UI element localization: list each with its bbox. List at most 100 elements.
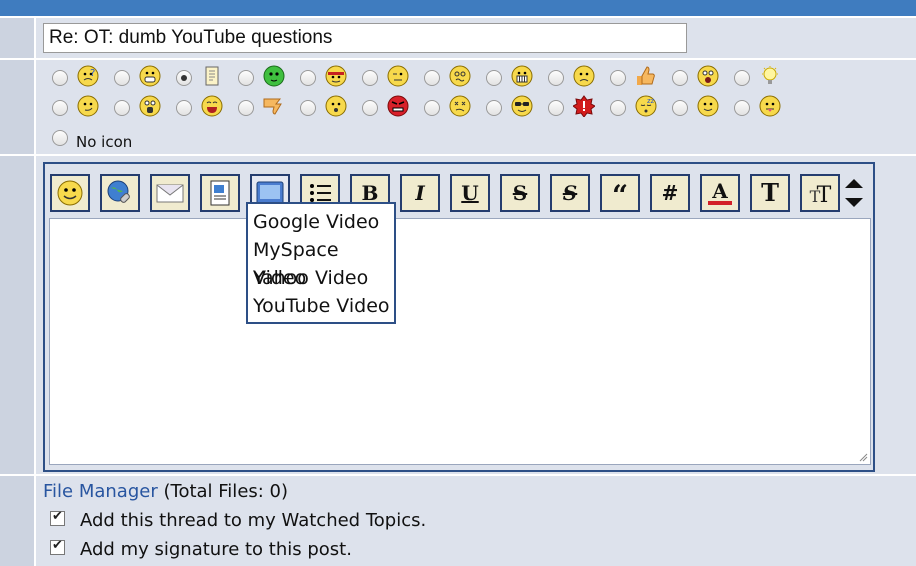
post-icon-radio-2[interactable]: [114, 70, 130, 86]
post-icon-radio-3[interactable]: [176, 70, 192, 86]
insert-link-button[interactable]: [100, 174, 140, 212]
crazy-icon: [449, 65, 471, 87]
frown-icon: [573, 65, 595, 87]
post-icon-radio-12[interactable]: [734, 70, 750, 86]
post-icon-radio-11[interactable]: [672, 70, 688, 86]
editor-frame: B I U S S “ # A T TT: [43, 162, 875, 472]
svg-text:zz: zz: [647, 97, 655, 105]
tongue-icon: [759, 95, 781, 117]
watch-label: Add this thread to my Watched Topics.: [80, 510, 427, 531]
document-icon: [205, 66, 219, 86]
exclamation-icon: [573, 95, 595, 117]
post-icon-radio-14[interactable]: [114, 100, 130, 116]
laugh-icon: [201, 95, 223, 117]
message-textarea[interactable]: [49, 218, 871, 465]
post-icon-radio-5[interactable]: [300, 70, 316, 86]
shocked-icon: [697, 65, 719, 87]
italic-icon: I: [415, 181, 425, 205]
thumbs-up-icon: [637, 66, 655, 85]
envelope-icon: [156, 184, 184, 203]
resize-grip-icon[interactable]: [858, 452, 868, 462]
post-icon-radio-22[interactable]: [610, 100, 626, 116]
smirk-icon: [77, 95, 99, 117]
globe-link-icon: [107, 180, 130, 203]
signature-label: Add my signature to this post.: [80, 539, 352, 560]
post-icon-radio-6[interactable]: [362, 70, 378, 86]
svg-text:T: T: [817, 183, 832, 208]
wink-icon: [387, 65, 409, 87]
hash-icon: #: [661, 181, 679, 205]
strikethrough-icon: S: [512, 181, 528, 205]
post-icon-radio-17[interactable]: [300, 100, 316, 116]
post-icon-radio-19[interactable]: [424, 100, 440, 116]
post-icon-radio-1[interactable]: [52, 70, 68, 86]
subject-row: Re: OT: dumb YouTube questions: [0, 16, 916, 60]
insert-image-button[interactable]: [200, 174, 240, 212]
post-icon-radio-16[interactable]: [238, 100, 254, 116]
eek-icon: [139, 95, 161, 117]
thumbs-down-icon: [263, 98, 282, 115]
post-icon-radio-20[interactable]: [486, 100, 502, 116]
post-icon-radio-15[interactable]: [176, 100, 192, 116]
file-count: (Total Files: 0): [163, 481, 289, 502]
post-icon-radio-23[interactable]: [672, 100, 688, 116]
underline-button[interactable]: U: [450, 174, 490, 212]
grin-icon: [139, 65, 161, 87]
post-icon-radio-13[interactable]: [52, 100, 68, 116]
resize-arrows-icon[interactable]: [843, 174, 865, 212]
file-manager-link[interactable]: File Manager: [43, 481, 158, 502]
italic-button[interactable]: I: [400, 174, 440, 212]
dizzy-icon: [449, 95, 471, 117]
underline-icon: U: [461, 181, 479, 205]
post-icon-radio-9[interactable]: [548, 70, 564, 86]
smile-icon: [697, 95, 719, 117]
post-icons-row: ? zz No icon: [0, 58, 916, 156]
menu-item-youtube-video[interactable]: YouTube Video: [248, 292, 394, 320]
insert-email-button[interactable]: [150, 174, 190, 212]
editor-row: B I U S S “ # A T TT: [0, 154, 916, 476]
quote-icon: “: [611, 179, 629, 212]
post-icon-radio-4[interactable]: [238, 70, 254, 86]
menu-item-myspace-video[interactable]: MySpace Video: [248, 236, 394, 289]
font-t-icon: T: [761, 178, 779, 207]
code-button[interactable]: #: [650, 174, 690, 212]
quote-button[interactable]: “: [600, 174, 640, 212]
video-menu: Google Video MySpace Video Yahoo Video Y…: [246, 202, 396, 324]
svg-text:A: A: [711, 179, 728, 203]
surprised-icon: [325, 95, 347, 117]
svg-text:?: ?: [90, 68, 95, 79]
signature-checkbox[interactable]: [50, 538, 65, 555]
image-icon: [210, 180, 230, 206]
confused-icon: ?: [77, 65, 99, 87]
post-icon-radio-8[interactable]: [486, 70, 502, 86]
subject-input[interactable]: Re: OT: dumb YouTube questions: [43, 23, 687, 53]
no-icon-label: No icon: [76, 133, 133, 151]
alien-icon: [263, 65, 285, 87]
post-icon-radio-24[interactable]: [734, 100, 750, 116]
font-size-icon: TT: [810, 183, 832, 208]
sunglasses-icon: [511, 95, 533, 117]
file-manager-line: File Manager (Total Files: 0): [43, 481, 288, 502]
lightbulb-icon: [762, 66, 778, 84]
strike-italic-icon: S: [562, 181, 578, 205]
post-icon-radio-7[interactable]: [424, 70, 440, 86]
font-button[interactable]: T: [750, 174, 790, 212]
strike-alt-button[interactable]: S: [550, 174, 590, 212]
post-icon-radio-10[interactable]: [610, 70, 626, 86]
menu-item-yahoo-video[interactable]: Yahoo Video: [248, 264, 394, 292]
smiley-icon: [57, 180, 83, 206]
watch-checkbox[interactable]: [50, 509, 65, 526]
smilies-button[interactable]: [50, 174, 90, 212]
strikethrough-button[interactable]: S: [500, 174, 540, 212]
teeth-icon: [511, 65, 533, 87]
font-size-button[interactable]: TT: [800, 174, 840, 212]
text-color-button[interactable]: A: [700, 174, 740, 212]
post-icon-radio-18[interactable]: [362, 100, 378, 116]
post-icon-radio-21[interactable]: [548, 100, 564, 116]
no-icon-radio[interactable]: [52, 130, 68, 146]
mad-icon: [387, 95, 409, 117]
sleepy-icon: zz: [635, 95, 657, 117]
top-header-bar: [0, 0, 916, 16]
menu-item-google-video[interactable]: Google Video: [248, 208, 394, 236]
cool-icon: [325, 65, 347, 87]
